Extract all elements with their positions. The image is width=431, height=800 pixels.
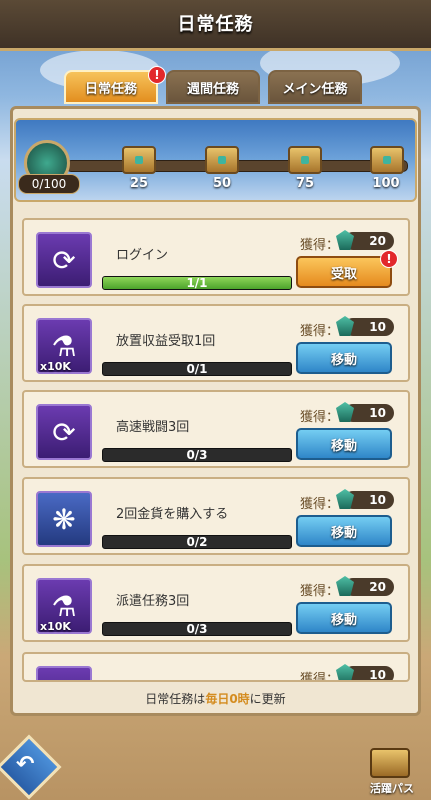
move-button[interactable]: 移動 (296, 342, 392, 374)
task-card: ⚗ x10K 放置収益受取1回 0/1 獲得： 10 移動 (22, 304, 410, 382)
task-progress-text: 0/3 (186, 448, 208, 462)
move-button[interactable]: 移動 (296, 428, 392, 460)
reward-label: 獲得： (300, 410, 340, 425)
tab-daily-label: 日常任務 (84, 81, 137, 97)
reward-label: 獲得： (300, 497, 340, 512)
task-card: 獲得： 10 (22, 652, 410, 682)
task-name: ログイン (116, 248, 169, 263)
task-progress-text: 0/2 (186, 535, 208, 549)
milestone-label: 75 (295, 176, 315, 191)
milestone-label: 25 (129, 176, 149, 191)
activity-pass-label: 活躍パス (370, 782, 414, 795)
tab-weekly-label: 週間任務 (186, 81, 239, 97)
page-title: 日常任務 (177, 14, 254, 35)
alert-badge: ! (380, 250, 398, 268)
reward-label: 獲得： (300, 672, 340, 682)
reset-notice-prefix: 日常任務は (145, 692, 206, 706)
tab-weekly[interactable]: 週間任務 (166, 70, 260, 104)
scroll-icon: ⟳ (36, 232, 92, 288)
activity-pass-icon[interactable] (370, 748, 410, 778)
reward-label: 獲得： (300, 584, 340, 599)
reward-chest-icon[interactable] (122, 146, 156, 174)
reset-notice-suffix: に更新 (249, 692, 286, 706)
back-arrow-icon: ↶ (16, 752, 35, 777)
reward-chest-icon[interactable] (205, 146, 239, 174)
move-button[interactable]: 移動 (296, 515, 392, 547)
task-name: 派遣任務3回 (116, 594, 190, 609)
tab-daily[interactable]: 日常任務 (64, 70, 158, 104)
reward-label: 獲得： (300, 324, 340, 339)
task-card: ⟳ 高速戦闘3回 0/3 獲得： 10 移動 (22, 390, 410, 468)
reset-time: 毎日0時 (205, 692, 250, 706)
reward-chest-icon[interactable] (370, 146, 404, 174)
task-progress-text: 0/3 (186, 622, 208, 636)
milestone-label: 100 (372, 176, 400, 191)
item-quantity: x10K (40, 620, 71, 633)
task-card: ⟳ ログイン 1/1 獲得： 20 受取 ! (22, 218, 410, 296)
tab-main[interactable]: メイン任務 (268, 70, 362, 104)
task-name: 放置収益受取1回 (116, 334, 216, 349)
scroll-icon (36, 666, 92, 680)
task-progress-text: 0/1 (186, 362, 208, 376)
task-card: ❋ 2回金貨を購入する 0/2 獲得： 10 移動 (22, 477, 410, 555)
move-button[interactable]: 移動 (296, 602, 392, 634)
tab-bar: 日常任務 ! 週間任務 メイン任務 (64, 66, 364, 106)
task-progress-text: 1/1 (186, 276, 208, 290)
alert-badge: ! (148, 66, 166, 84)
reward-chest-icon[interactable] (288, 146, 322, 174)
card-icon: ❋ (36, 491, 92, 547)
task-name: 高速戦闘3回 (116, 420, 190, 435)
tab-main-label: メイン任務 (282, 81, 348, 97)
scroll-icon: ⟳ (36, 404, 92, 460)
activity-score: 0/100 (18, 174, 80, 194)
reset-notice: 日常任務は毎日0時に更新 (10, 690, 421, 712)
task-name: 2回金貨を購入する (116, 507, 229, 522)
reward-label: 獲得： (300, 238, 340, 253)
item-quantity: x10K (40, 360, 71, 373)
task-card: ⚗ x10K 派遣任務3回 0/3 獲得： 20 移動 (22, 564, 410, 642)
milestone-label: 50 (212, 176, 232, 191)
claim-button[interactable]: 受取 (296, 256, 392, 288)
